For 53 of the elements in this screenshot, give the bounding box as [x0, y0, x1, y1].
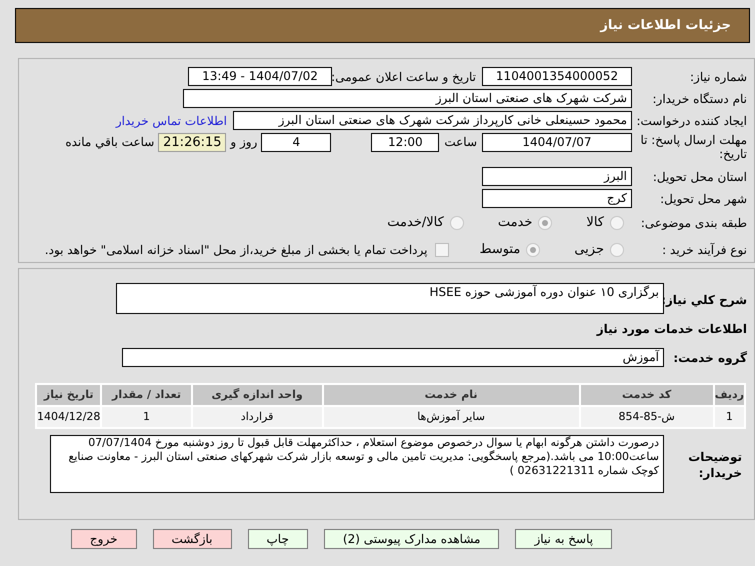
field-label: شماره نیاز: — [689, 70, 748, 84]
radio-label: خدمت — [498, 214, 532, 232]
radio-label: کالا — [586, 214, 604, 232]
radio-label: کالا/خدمت — [387, 214, 444, 232]
field-label: تاریخ و ساعت اعلان عمومی: — [332, 70, 477, 84]
action-button[interactable]: بازگشت — [152, 529, 232, 549]
radio-label: جزیی — [574, 241, 604, 260]
column-header: تعداد / مقدار — [101, 384, 192, 406]
deadline-time-field: 12:00 — [371, 133, 440, 152]
field-label: شهر محل تحویل: — [659, 192, 748, 206]
section-heading: اطلاعات خدمات مورد نیاز — [596, 321, 747, 338]
need-number-field: 1104001354000052 — [482, 67, 632, 86]
field-label: گروه خدمت: — [672, 350, 748, 366]
radio-label: متوسط — [479, 241, 520, 260]
city-field: کرج — [482, 189, 632, 208]
announce-date-field: 1404/07/02 - 13:49 — [188, 67, 332, 86]
table-cell: ش-85-854 — [580, 406, 714, 428]
action-button[interactable]: خروج — [70, 529, 136, 549]
column-header: ردیف — [714, 384, 745, 406]
field-label: طبقه بندی موضوعی: — [640, 216, 748, 230]
field-label: ساعت باقي مانده — [65, 135, 154, 149]
buyer-field: شرکت شهرک های صنعتی استان البرز — [183, 89, 632, 108]
deadline-date-field: 1404/07/07 — [482, 133, 632, 152]
service-group-field: آموزش — [122, 348, 664, 367]
table-cell: سایر آموزش‌ها — [322, 406, 580, 428]
field-label: نوع فرآیند خرید : — [661, 243, 748, 258]
requester-field: محمود حسینعلی خانی کارپرداز شرکت شهرک های صنعتی استان البرز — [233, 111, 632, 130]
days-field: 4 — [261, 133, 332, 152]
field-label: مهلت ارسال پاسخ: تا تاریخ: — [639, 133, 748, 161]
table-cell: 1404/12/28 — [36, 406, 102, 428]
action-button[interactable]: پاسخ به نیاز — [515, 529, 612, 549]
field-label: توضیحات خریدار: — [687, 449, 743, 481]
field-label: ایجاد کننده درخواست: — [635, 114, 748, 128]
table-cell: قرارداد — [192, 406, 323, 428]
column-header: تاریخ نیاز — [36, 384, 102, 406]
remaining-time-field: 21:26:15 — [158, 133, 226, 152]
field-label: ساعت — [444, 135, 477, 149]
payment-note: پرداخت تمام یا بخشی از مبلغ خرید،از محل "اسناد خزانه اسلامی" خواهد بود. — [44, 242, 428, 260]
table-cell: 1 — [101, 406, 192, 428]
column-header: واحد اندازه گیری — [192, 384, 323, 406]
column-header: نام خدمت — [322, 384, 580, 406]
action-button[interactable]: چاپ — [248, 529, 308, 549]
buyer-contact-link[interactable]: اطلاعات تماس خریدار — [116, 112, 227, 130]
province-field: البرز — [482, 167, 632, 186]
field-label: استان محل تحویل: — [652, 170, 748, 184]
field-label: نام دستگاه خریدار: — [652, 92, 748, 106]
page-title: جزئیات اطلاعات نیاز — [600, 16, 731, 35]
summary-textarea[interactable]: برگزاری ۱0 عنوان دوره آموزشی حوزه HSEE — [116, 283, 664, 314]
table-cell: 1 — [714, 406, 745, 428]
column-header: کد خدمت — [580, 384, 714, 406]
buyer-notes-textarea[interactable]: درصورت داشتن هرگونه ابهام یا سوال درخصوص موضوع استعلام ، حداکثرمهلت قابل قبول تا روز دوشنبه مورخ 07/07/1404 ساعت10:00 می باشد.(مرجع پاسخگویی: مدیریت تامین مالی و توسعه بازار شرکت شهرکهای صنعتی استان البرز - معاونت صنایع کوچک شماره 02631221311 ) — [50, 435, 664, 493]
action-button[interactable]: مشاهده مدارک پیوستی (2) — [324, 529, 500, 549]
field-label: روز و — [230, 135, 258, 149]
